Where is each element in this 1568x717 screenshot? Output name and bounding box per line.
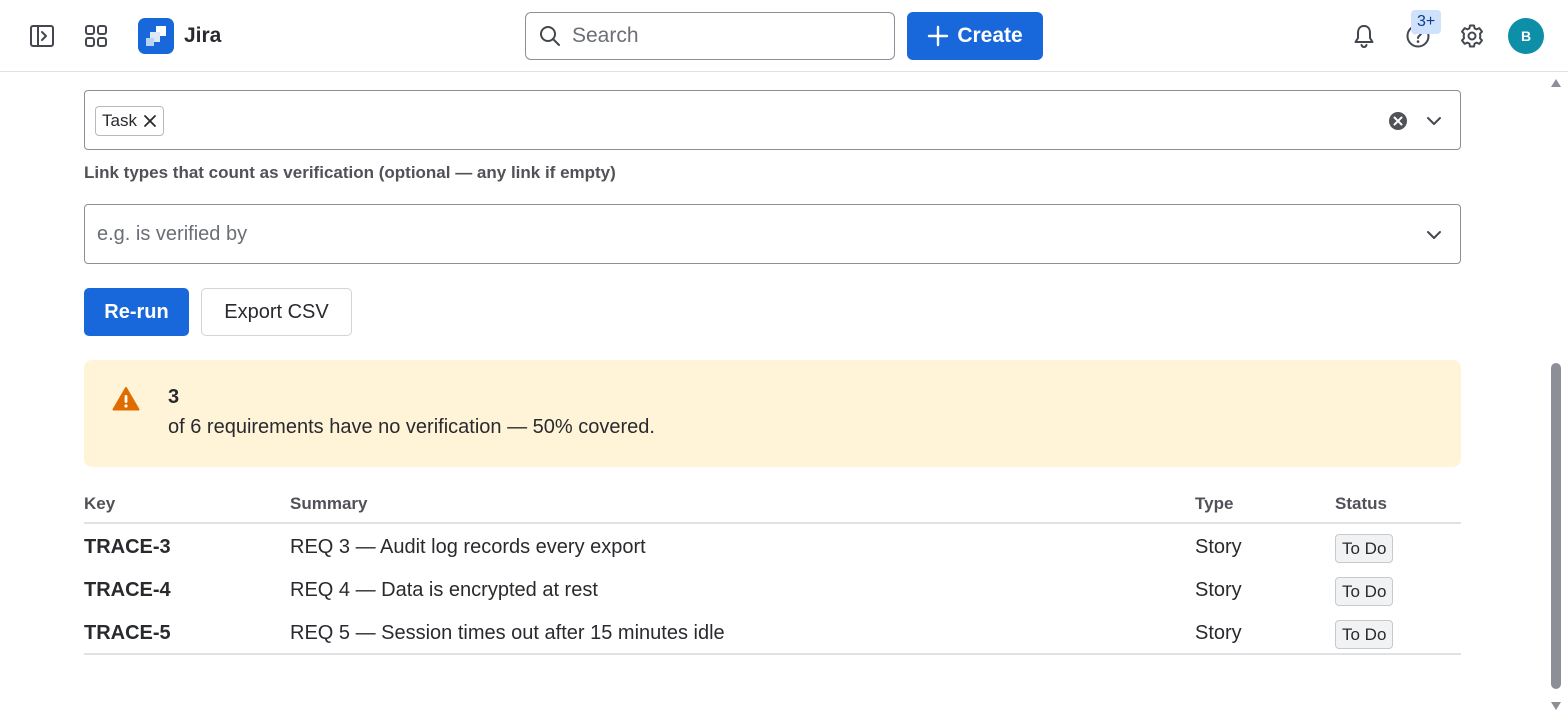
link-types-select[interactable] xyxy=(84,204,1461,264)
app-switcher-button[interactable] xyxy=(76,16,116,56)
table-row[interactable]: TRACE-3 REQ 3 — Audit log records every … xyxy=(84,524,1461,567)
issue-key-link[interactable]: TRACE-4 xyxy=(84,579,171,602)
create-button-label: Create xyxy=(957,24,1023,47)
coverage-warning-banner: 3 of 6 requirements have no verification… xyxy=(84,360,1461,467)
issue-type: Story xyxy=(1195,579,1242,601)
table-header: Key Summary Type Status xyxy=(84,486,1461,524)
table-row[interactable]: TRACE-4 REQ 4 — Data is encrypted at res… xyxy=(84,567,1461,610)
warning-icon xyxy=(112,387,140,411)
link-types-input[interactable] xyxy=(97,219,1397,249)
issue-summary: REQ 3 — Audit log records every export xyxy=(290,536,646,558)
column-header-summary[interactable]: Summary xyxy=(290,494,367,514)
scrollbar-thumb[interactable] xyxy=(1551,363,1561,689)
link-types-label: Link types that count as verification (o… xyxy=(84,163,616,182)
gear-icon xyxy=(1461,24,1483,48)
sidebar-toggle-button[interactable] xyxy=(22,16,62,56)
uncovered-count: 3 xyxy=(168,386,180,408)
tag-label: Task xyxy=(102,111,137,130)
uncovered-requirements-table: Key Summary Type Status TRACE-3 REQ 3 — … xyxy=(84,486,1461,655)
selected-tag: Task xyxy=(95,106,164,136)
plus-icon xyxy=(928,25,949,47)
issue-types-select[interactable]: Task xyxy=(84,90,1461,150)
status-badge: To Do xyxy=(1335,534,1394,563)
column-header-key[interactable]: Key xyxy=(84,494,115,514)
chevron-down-icon[interactable] xyxy=(1424,225,1444,245)
issue-key-link[interactable]: TRACE-3 xyxy=(84,536,171,559)
user-avatar[interactable]: B xyxy=(1508,18,1544,54)
app-switcher-icon xyxy=(85,25,107,47)
help-notification-badge: 3+ xyxy=(1411,10,1442,34)
sidebar-toggle-icon xyxy=(30,25,54,47)
jira-logo-icon xyxy=(138,18,174,54)
export-csv-button[interactable]: Export CSV xyxy=(201,288,352,336)
column-header-status[interactable]: Status xyxy=(1335,494,1387,514)
status-badge: To Do xyxy=(1335,577,1394,606)
app-name: Jira xyxy=(184,24,222,47)
notifications-button[interactable] xyxy=(1344,16,1384,56)
settings-button[interactable] xyxy=(1452,16,1492,56)
status-badge: To Do xyxy=(1335,620,1394,649)
remove-tag-icon[interactable] xyxy=(143,114,157,128)
issue-type: Story xyxy=(1195,622,1242,644)
create-button[interactable]: Create xyxy=(907,12,1043,60)
clear-selection-icon[interactable] xyxy=(1388,111,1408,131)
bell-icon xyxy=(1354,25,1374,49)
search-input[interactable] xyxy=(572,24,872,48)
issue-key-link[interactable]: TRACE-5 xyxy=(84,622,171,645)
column-header-type[interactable]: Type xyxy=(1195,494,1233,514)
rerun-button[interactable]: Re-run xyxy=(84,288,189,336)
jira-home-link[interactable]: Jira xyxy=(138,18,221,54)
issue-summary: REQ 5 — Session times out after 15 minut… xyxy=(290,622,725,644)
scroll-up-arrow-icon[interactable] xyxy=(1550,78,1562,88)
search-box[interactable] xyxy=(525,12,895,60)
coverage-message: of 6 requirements have no verification —… xyxy=(168,416,655,438)
scroll-down-arrow-icon[interactable] xyxy=(1550,701,1562,711)
issue-summary: REQ 4 — Data is encrypted at rest xyxy=(290,579,598,601)
search-icon xyxy=(540,26,560,46)
issue-type: Story xyxy=(1195,536,1242,558)
top-navigation: Jira Create 3+ B xyxy=(0,0,1568,72)
chevron-down-icon[interactable] xyxy=(1424,111,1444,131)
table-bottom-border xyxy=(84,653,1461,655)
table-row[interactable]: TRACE-5 REQ 5 — Session times out after … xyxy=(84,610,1461,653)
